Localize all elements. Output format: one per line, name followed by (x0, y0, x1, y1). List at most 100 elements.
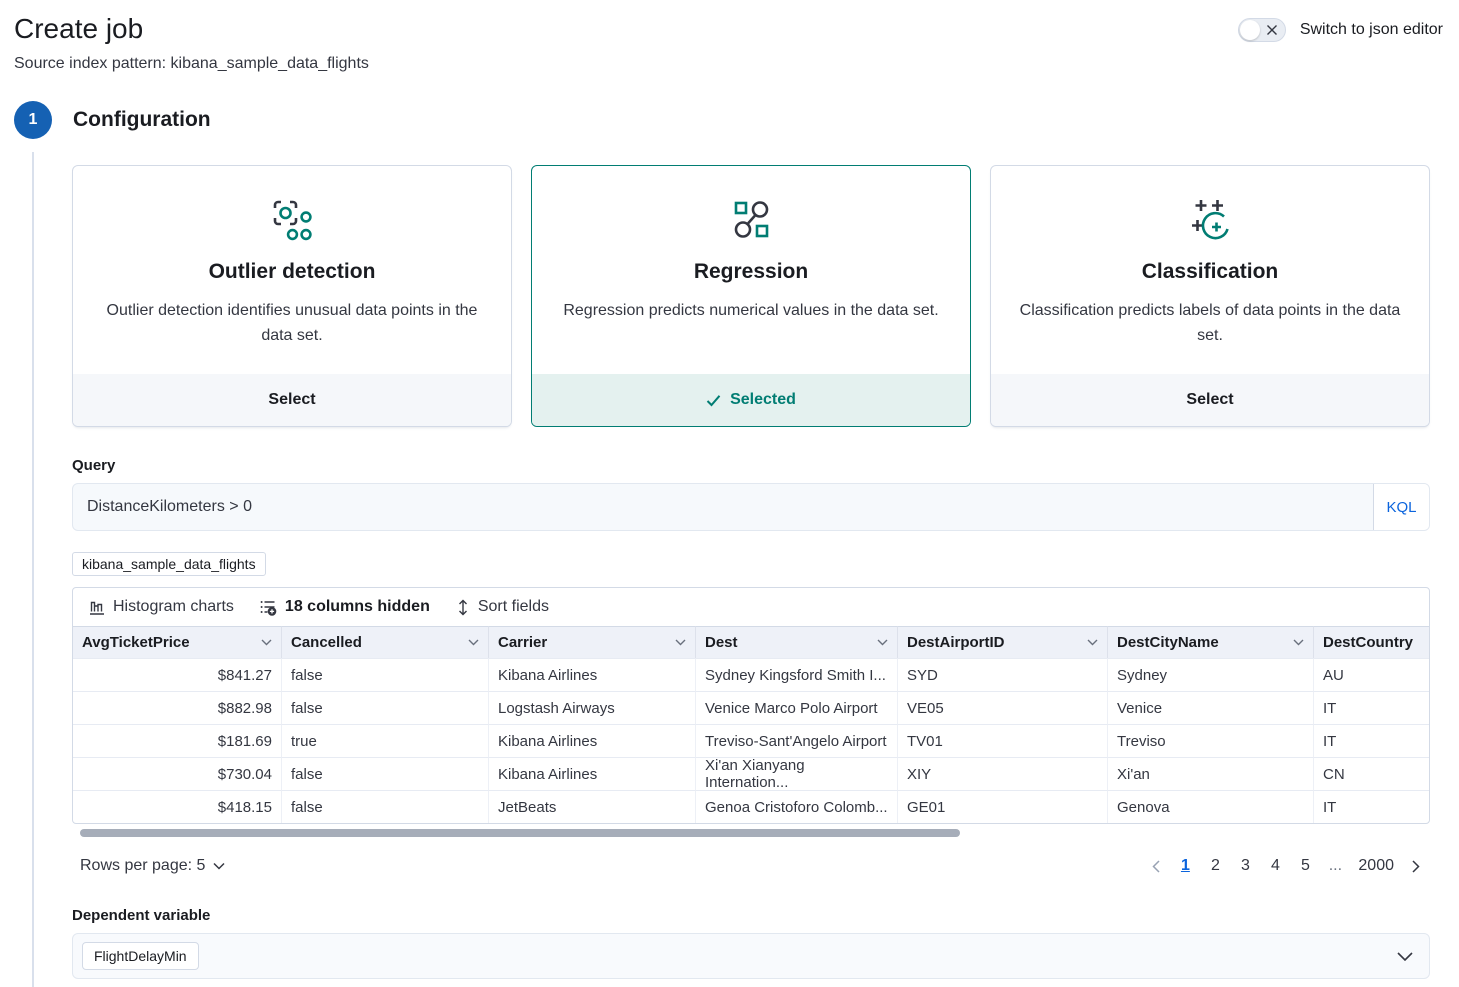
sort-fields-label: Sort fields (478, 598, 549, 616)
cell: false (282, 757, 489, 790)
selected-label: Selected (730, 391, 796, 409)
card-title: Outlier detection (93, 260, 491, 284)
next-page-button[interactable] (1404, 860, 1428, 873)
cell: Venice (1108, 691, 1314, 724)
chevron-down-icon (1397, 952, 1413, 961)
horizontal-scrollbar[interactable] (80, 829, 960, 837)
rows-per-page-button[interactable]: Rows per page: 5 (74, 856, 231, 876)
column-label: Cancelled (291, 634, 362, 651)
step-row: 1 Configuration (0, 101, 1459, 139)
page-numbers: 1 2 3 4 5 ... 2000 (1144, 853, 1428, 879)
classification-icon (1011, 192, 1409, 248)
table-header-row: AvgTicketPrice Cancelled Carrier Dest De… (73, 626, 1429, 658)
column-header-carrier[interactable]: Carrier (489, 626, 696, 658)
page-button[interactable]: 4 (1262, 853, 1288, 879)
data-grid-toolbar: Histogram charts 18 columns hidden Sort … (73, 588, 1429, 626)
cell: IT (1314, 790, 1430, 823)
card-classification: Classification Classification predicts l… (990, 165, 1430, 427)
cell: Kibana Airlines (489, 724, 696, 757)
dependent-variable-label: Dependent variable (72, 907, 1430, 924)
page-header: Create job Source index pattern: kibana_… (0, 0, 1459, 73)
card-regression: Regression Regression predicts numerical… (531, 165, 971, 427)
previous-page-button[interactable] (1144, 860, 1168, 873)
column-header-dest[interactable]: Dest (696, 626, 898, 658)
columns-hidden-label: 18 columns hidden (285, 598, 430, 616)
kql-language-button[interactable]: KQL (1373, 484, 1429, 530)
card-description: Regression predicts numerical values in … (552, 298, 950, 323)
cell: $841.27 (73, 658, 282, 691)
page-ellipsis: ... (1322, 853, 1348, 879)
json-toggle-label: Switch to json editor (1300, 21, 1443, 39)
cell: JetBeats (489, 790, 696, 823)
sort-icon (456, 599, 470, 616)
columns-icon (260, 599, 277, 616)
cell: GE01 (898, 790, 1108, 823)
chevron-down-icon (468, 639, 479, 646)
json-editor-toggle[interactable] (1238, 18, 1286, 42)
cell: $181.69 (73, 724, 282, 757)
cell: $730.04 (73, 757, 282, 790)
page-button[interactable]: 2000 (1352, 853, 1400, 879)
cell: Venice Marco Polo Airport (696, 691, 898, 724)
regression-icon (552, 192, 950, 248)
source-index-pattern: Source index pattern: kibana_sample_data… (14, 55, 369, 73)
cell: false (282, 691, 489, 724)
page-button[interactable]: 1 (1172, 853, 1198, 879)
column-header-destcountry[interactable]: DestCountry (1314, 626, 1430, 658)
page-button[interactable]: 3 (1232, 853, 1258, 879)
cell: Treviso-Sant'Angelo Airport (696, 724, 898, 757)
select-classification-button[interactable]: Select (991, 374, 1429, 426)
query-input[interactable]: DistanceKilometers > 0 (73, 484, 1373, 530)
table-row: $181.69 true Kibana Airlines Treviso-San… (73, 724, 1429, 757)
cell: Xi'an (1108, 757, 1314, 790)
column-header-destairportid[interactable]: DestAirportID (898, 626, 1108, 658)
outlier-detection-icon (93, 192, 491, 248)
page-button[interactable]: 2 (1202, 853, 1228, 879)
cell: $418.15 (73, 790, 282, 823)
step-number-badge: 1 (14, 101, 52, 139)
histogram-icon (89, 599, 105, 615)
cell: XIY (898, 757, 1108, 790)
column-label: DestCityName (1117, 634, 1219, 651)
step-vertical-line (32, 152, 34, 987)
table-row: $841.27 false Kibana Airlines Sydney Kin… (73, 658, 1429, 691)
data-grid: Histogram charts 18 columns hidden Sort … (72, 587, 1430, 824)
card-title: Regression (552, 260, 950, 284)
column-label: Dest (705, 634, 738, 651)
check-icon (706, 394, 721, 407)
histogram-charts-button[interactable]: Histogram charts (81, 598, 242, 616)
columns-hidden-button[interactable]: 18 columns hidden (252, 598, 438, 616)
cell: false (282, 790, 489, 823)
cell: AU (1314, 658, 1430, 691)
cell: SYD (898, 658, 1108, 691)
regression-selected-button[interactable]: Selected (532, 374, 970, 426)
cell: Sydney (1108, 658, 1314, 691)
column-label: DestCountry (1323, 634, 1413, 651)
cell: Genoa Cristoforo Colomb... (696, 790, 898, 823)
card-outlier-detection: Outlier detection Outlier detection iden… (72, 165, 512, 427)
page-title: Create job (14, 12, 369, 46)
column-label: DestAirportID (907, 634, 1005, 651)
cell: TV01 (898, 724, 1108, 757)
dependent-variable-select[interactable]: FlightDelayMin (72, 933, 1430, 979)
job-type-cards: Outlier detection Outlier detection iden… (72, 165, 1430, 427)
sort-fields-button[interactable]: Sort fields (448, 598, 557, 616)
chevron-left-icon (1152, 860, 1160, 873)
page-button[interactable]: 5 (1292, 853, 1318, 879)
column-label: AvgTicketPrice (82, 634, 190, 651)
table-row: $730.04 false Kibana Airlines Xi'an Xian… (73, 757, 1429, 790)
column-header-cancelled[interactable]: Cancelled (282, 626, 489, 658)
cell: Genova (1108, 790, 1314, 823)
query-bar: DistanceKilometers > 0 KQL (72, 483, 1430, 531)
chevron-down-icon (1087, 639, 1098, 646)
select-outlier-detection-button[interactable]: Select (73, 374, 511, 426)
column-header-avgticketprice[interactable]: AvgTicketPrice (73, 626, 282, 658)
card-description: Outlier detection identifies unusual dat… (93, 298, 491, 348)
column-header-destcityname[interactable]: DestCityName (1108, 626, 1314, 658)
cell: Logstash Airways (489, 691, 696, 724)
index-pattern-badge: kibana_sample_data_flights (72, 552, 266, 576)
cell: Treviso (1108, 724, 1314, 757)
chevron-down-icon (261, 639, 272, 646)
chevron-down-icon (213, 862, 225, 870)
cell: Kibana Airlines (489, 757, 696, 790)
